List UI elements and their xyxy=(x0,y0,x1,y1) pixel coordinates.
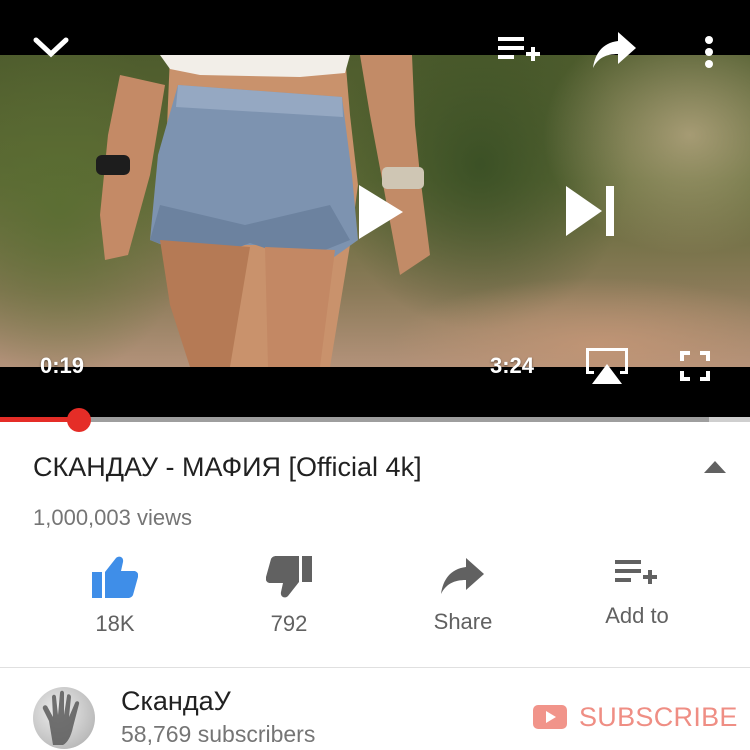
share-icon[interactable] xyxy=(592,30,638,75)
fullscreen-icon[interactable] xyxy=(680,351,710,386)
thumbs-up-icon xyxy=(92,556,139,602)
duration: 3:24 xyxy=(490,353,535,378)
video-player[interactable]: 0:19 3:24 xyxy=(0,0,750,420)
thumbs-down-icon xyxy=(265,556,312,602)
channel-name[interactable]: СкандаУ xyxy=(121,686,231,717)
playlist-add-icon[interactable] xyxy=(498,35,542,74)
current-time: 0:19 xyxy=(40,353,85,378)
play-icon[interactable] xyxy=(359,185,403,244)
channel-avatar[interactable] xyxy=(33,687,95,749)
dislike-button[interactable]: 792 xyxy=(209,556,369,637)
share-button[interactable]: Share xyxy=(383,556,543,635)
share-icon xyxy=(440,558,486,600)
progress-bar[interactable] xyxy=(0,408,750,432)
add-to-button[interactable]: Add to xyxy=(557,556,717,629)
divider xyxy=(0,667,750,668)
skip-next-icon[interactable] xyxy=(566,186,616,241)
like-button[interactable]: 18K xyxy=(35,556,195,637)
subscribe-label: SUBSCRIBE xyxy=(579,701,738,732)
subscribe-button[interactable]: SUBSCRIBE xyxy=(533,700,738,734)
progress-buffer xyxy=(0,417,709,422)
chevron-down-icon[interactable] xyxy=(33,35,69,64)
youtube-logo-icon xyxy=(533,705,567,729)
view-count: 1,000,003 views xyxy=(33,505,192,530)
airplay-icon[interactable] xyxy=(584,346,630,391)
video-title: СКАНДАУ - МАФИЯ [Official 4k] xyxy=(33,452,422,482)
playlist-add-icon xyxy=(615,560,659,594)
more-vert-icon[interactable] xyxy=(703,36,715,75)
dislike-count: 792 xyxy=(270,611,308,636)
like-count: 18K xyxy=(95,611,135,636)
share-label: Share xyxy=(433,609,493,634)
subscriber-count: 58,769 subscribers xyxy=(121,721,316,747)
collapse-caret-icon[interactable] xyxy=(704,460,726,479)
add-to-label: Add to xyxy=(605,603,669,628)
hand-print-icon xyxy=(42,690,80,745)
progress-scrubber[interactable] xyxy=(66,408,91,432)
